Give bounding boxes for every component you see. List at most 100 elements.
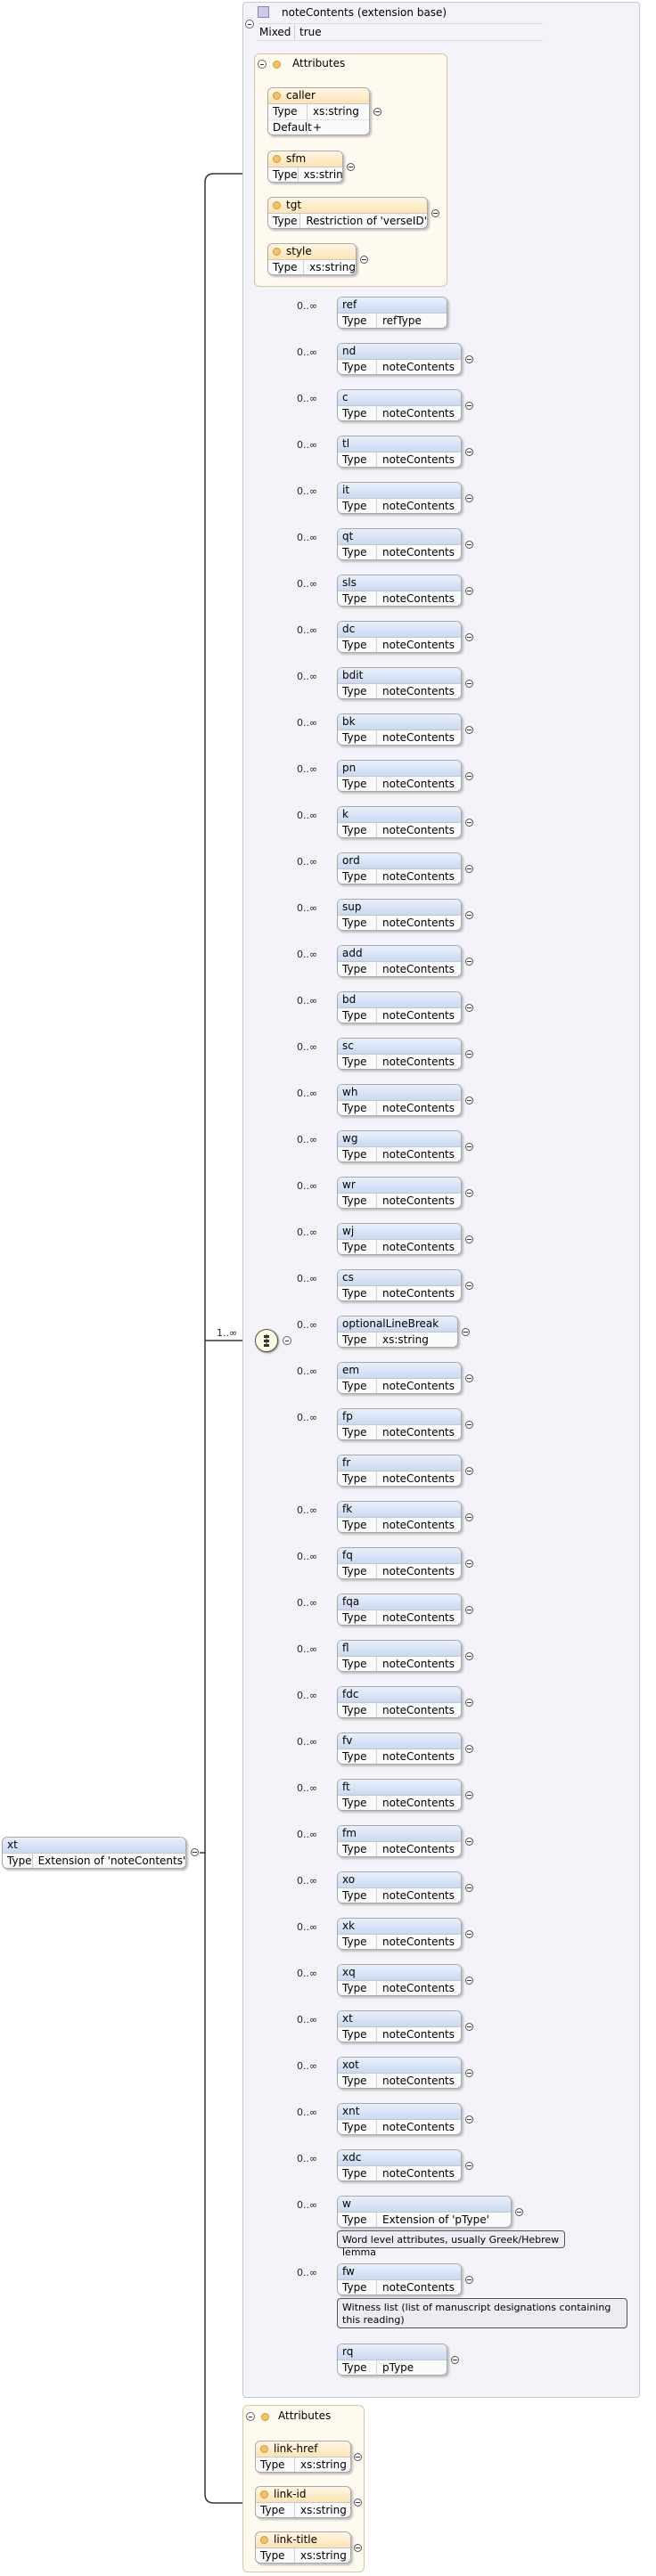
child-element-cs[interactable]: cs Type noteContents — [337, 1269, 462, 1301]
child-element-wg[interactable]: wg Type noteContents — [337, 1130, 462, 1162]
expand-icon[interactable] — [354, 2499, 362, 2507]
child-element-fr[interactable]: fr Type noteContents — [337, 1455, 462, 1487]
expand-icon[interactable] — [465, 1606, 473, 1614]
child-element-fl[interactable]: fl Type noteContents — [337, 1640, 462, 1672]
child-element-fw[interactable]: fw Type noteContents — [337, 2263, 462, 2295]
child-element-ord[interactable]: ord Type noteContents — [337, 852, 462, 884]
expand-icon[interactable] — [465, 865, 473, 873]
child-element-tl[interactable]: tl Type noteContents — [337, 436, 462, 468]
child-element-ref[interactable]: ref Type refType — [337, 297, 447, 329]
child-element-xk[interactable]: xk Type noteContents — [337, 1918, 462, 1950]
expand-icon[interactable] — [465, 1791, 473, 1799]
root-element-xt[interactable]: xt Type Extension of 'noteContents' — [2, 1837, 186, 1869]
expand-icon[interactable] — [451, 2356, 459, 2364]
child-element-xdc[interactable]: xdc Type noteContents — [337, 2149, 462, 2181]
child-element-bdit[interactable]: bdit Type noteContents — [337, 667, 462, 699]
expand-icon[interactable] — [465, 726, 473, 734]
expand-icon[interactable] — [431, 209, 439, 217]
expand-icon[interactable] — [465, 1421, 473, 1429]
expand-icon[interactable] — [360, 256, 368, 264]
expand-icon[interactable] — [465, 1235, 473, 1243]
child-element-dc[interactable]: dc Type noteContents — [337, 621, 462, 653]
child-element-qt[interactable]: qt Type noteContents — [337, 528, 462, 560]
expand-icon[interactable] — [515, 2208, 523, 2216]
expand-icon[interactable] — [465, 2115, 473, 2124]
attribute-style[interactable]: style Type xs:string — [267, 243, 357, 275]
child-element-wj[interactable]: wj Type noteContents — [337, 1223, 462, 1255]
child-element-nd[interactable]: nd Type noteContents — [337, 343, 462, 375]
child-element-it[interactable]: it Type noteContents — [337, 482, 462, 514]
attribute-link-title[interactable]: link-title Type xs:string — [255, 2531, 351, 2564]
child-element-rq[interactable]: rq Type pType — [337, 2344, 447, 2376]
child-element-k[interactable]: k Type noteContents — [337, 806, 462, 838]
child-element-bk[interactable]: bk Type noteContents — [337, 713, 462, 746]
child-element-wh[interactable]: wh Type noteContents — [337, 1084, 462, 1116]
child-element-fv[interactable]: fv Type noteContents — [337, 1732, 462, 1765]
child-element-bd[interactable]: bd Type noteContents — [337, 991, 462, 1023]
expand-icon[interactable] — [465, 2162, 473, 2170]
expand-icon[interactable] — [465, 1050, 473, 1058]
child-element-c[interactable]: c Type noteContents — [337, 389, 462, 421]
child-element-ft[interactable]: ft Type noteContents — [337, 1779, 462, 1811]
child-element-sls[interactable]: sls Type noteContents — [337, 575, 462, 607]
child-element-fq[interactable]: fq Type noteContents — [337, 1547, 462, 1579]
expand-icon[interactable] — [465, 1189, 473, 1197]
child-element-fdc[interactable]: fdc Type noteContents — [337, 1686, 462, 1718]
expand-icon[interactable] — [465, 1745, 473, 1753]
expand-icon[interactable] — [465, 680, 473, 688]
child-element-xnt[interactable]: xnt Type noteContents — [337, 2103, 462, 2135]
expand-icon[interactable] — [465, 541, 473, 549]
child-element-xt[interactable]: xt Type noteContents — [337, 2010, 462, 2042]
expand-icon[interactable] — [465, 1977, 473, 1985]
child-element-fm[interactable]: fm Type noteContents — [337, 1825, 462, 1857]
child-element-xo[interactable]: xo Type noteContents — [337, 1871, 462, 1903]
attribute-caller[interactable]: caller Type xs:string Default + — [267, 87, 370, 135]
expand-icon[interactable] — [465, 2069, 473, 2077]
expand-icon[interactable] — [465, 2023, 473, 2031]
child-element-wr[interactable]: wr Type noteContents — [337, 1177, 462, 1209]
child-element-sup[interactable]: sup Type noteContents — [337, 899, 462, 931]
expand-icon[interactable] — [347, 163, 355, 171]
sequence-toggle-icon[interactable] — [283, 1336, 291, 1345]
attribute-link-id[interactable]: link-id Type xs:string — [255, 2486, 351, 2518]
child-element-optionalLineBreak[interactable]: optionalLineBreak Type xs:string — [337, 1316, 459, 1348]
expand-icon[interactable] — [465, 587, 473, 595]
expand-icon[interactable] — [465, 2276, 473, 2284]
expand-icon[interactable] — [465, 1652, 473, 1660]
expand-icon[interactable] — [465, 633, 473, 641]
child-element-pn[interactable]: pn Type noteContents — [337, 760, 462, 792]
attribute-tgt[interactable]: tgt Type Restriction of 'verseID' — [267, 197, 428, 229]
expand-icon[interactable] — [465, 772, 473, 780]
expand-icon[interactable] — [465, 1143, 473, 1151]
expand-icon[interactable] — [465, 819, 473, 827]
expand-icon[interactable] — [465, 1560, 473, 1568]
attribute-link-href[interactable]: link-href Type xs:string — [255, 2441, 351, 2473]
expand-icon[interactable] — [465, 1838, 473, 1846]
attributes-toggle-icon[interactable] — [258, 60, 266, 69]
expand-icon[interactable] — [465, 1096, 473, 1105]
expand-icon[interactable] — [465, 1930, 473, 1938]
expand-icon[interactable] — [354, 2453, 362, 2461]
sequence-compositor-icon[interactable] — [255, 1329, 278, 1352]
expand-icon[interactable] — [465, 402, 473, 410]
collapse-toggle-icon[interactable] — [245, 20, 254, 29]
child-element-w[interactable]: w Type Extension of 'pType' — [337, 2196, 512, 2228]
expand-icon[interactable] — [465, 448, 473, 456]
expand-icon[interactable] — [465, 1374, 473, 1382]
expand-icon[interactable] — [465, 355, 473, 363]
expand-icon[interactable] — [465, 1282, 473, 1290]
expand-icon[interactable] — [465, 1004, 473, 1012]
expand-icon[interactable] — [465, 958, 473, 966]
expand-icon[interactable] — [465, 1513, 473, 1521]
child-element-fqa[interactable]: fqa Type noteContents — [337, 1594, 462, 1626]
child-element-em[interactable]: em Type noteContents — [337, 1362, 462, 1394]
expand-icon[interactable] — [465, 1884, 473, 1892]
expand-icon[interactable] — [465, 1467, 473, 1475]
child-element-add[interactable]: add Type noteContents — [337, 945, 462, 977]
expand-icon[interactable] — [354, 2544, 362, 2552]
expand-icon[interactable] — [465, 1699, 473, 1707]
expand-icon[interactable] — [373, 108, 381, 116]
child-element-xot[interactable]: xot Type noteContents — [337, 2057, 462, 2089]
expand-icon[interactable] — [465, 494, 473, 502]
child-element-sc[interactable]: sc Type noteContents — [337, 1038, 462, 1070]
